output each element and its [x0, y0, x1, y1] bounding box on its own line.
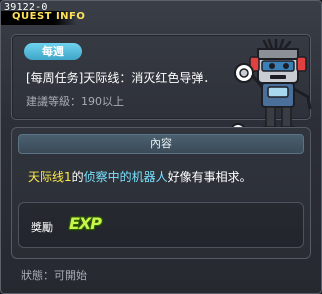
reward-label: 獎勵: [31, 221, 53, 234]
weekly-badge: 每週: [24, 43, 82, 60]
window-title: QUEST INFO: [12, 11, 86, 22]
recommended-level: 建議等級：190以上: [26, 95, 124, 108]
desc-map-name: 天际线1: [28, 170, 72, 184]
content-header: 內容: [18, 134, 304, 154]
desc-connector: 的: [71, 170, 84, 184]
desc-rest: 好像有事相求。: [167, 170, 252, 184]
quest-info-window: 39122-0 QUEST INFO 每週 [每周任务]天际线：消灭红色导弹． …: [0, 0, 322, 294]
reward-box: 獎勵 EXP: [18, 202, 304, 248]
desc-npc-name: 侦察中的机器人: [83, 170, 168, 184]
exp-icon: EXP: [69, 214, 102, 233]
quest-status: 狀態：可開始: [21, 269, 87, 282]
quest-summary-panel: 每週 [每周任务]天际线：消灭红色导弹． 建議等級：190以上: [11, 34, 312, 139]
quest-description: 天际线1的侦察中的机器人好像有事相求。: [28, 168, 252, 185]
content-panel: 內容 天际线1的侦察中的机器人好像有事相求。 獎勵 EXP: [11, 127, 311, 259]
quest-name: [每周任务]天际线：消灭红色导弹．: [26, 71, 216, 85]
